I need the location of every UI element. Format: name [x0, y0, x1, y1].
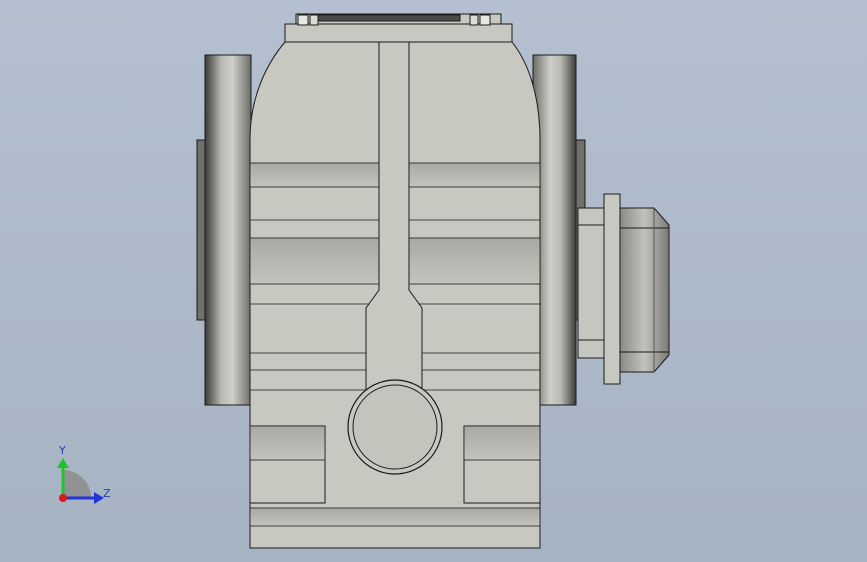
output-bore: [347, 379, 443, 475]
bolt-left: [297, 14, 309, 26]
x-axis-dot: [59, 494, 67, 502]
gearbox-housing: [249, 13, 541, 549]
input-shaft-adaptor: [577, 193, 670, 385]
left-flange: [196, 54, 252, 406]
coordinate-triad: Y Z: [57, 444, 111, 504]
bolt-right: [479, 14, 491, 26]
model-view[interactable]: Y Z: [0, 0, 867, 562]
graphics-viewport[interactable]: Y Z: [0, 0, 867, 562]
y-axis-label: Y: [58, 444, 66, 457]
right-flange: [532, 54, 586, 406]
z-axis-label: Z: [103, 487, 111, 500]
